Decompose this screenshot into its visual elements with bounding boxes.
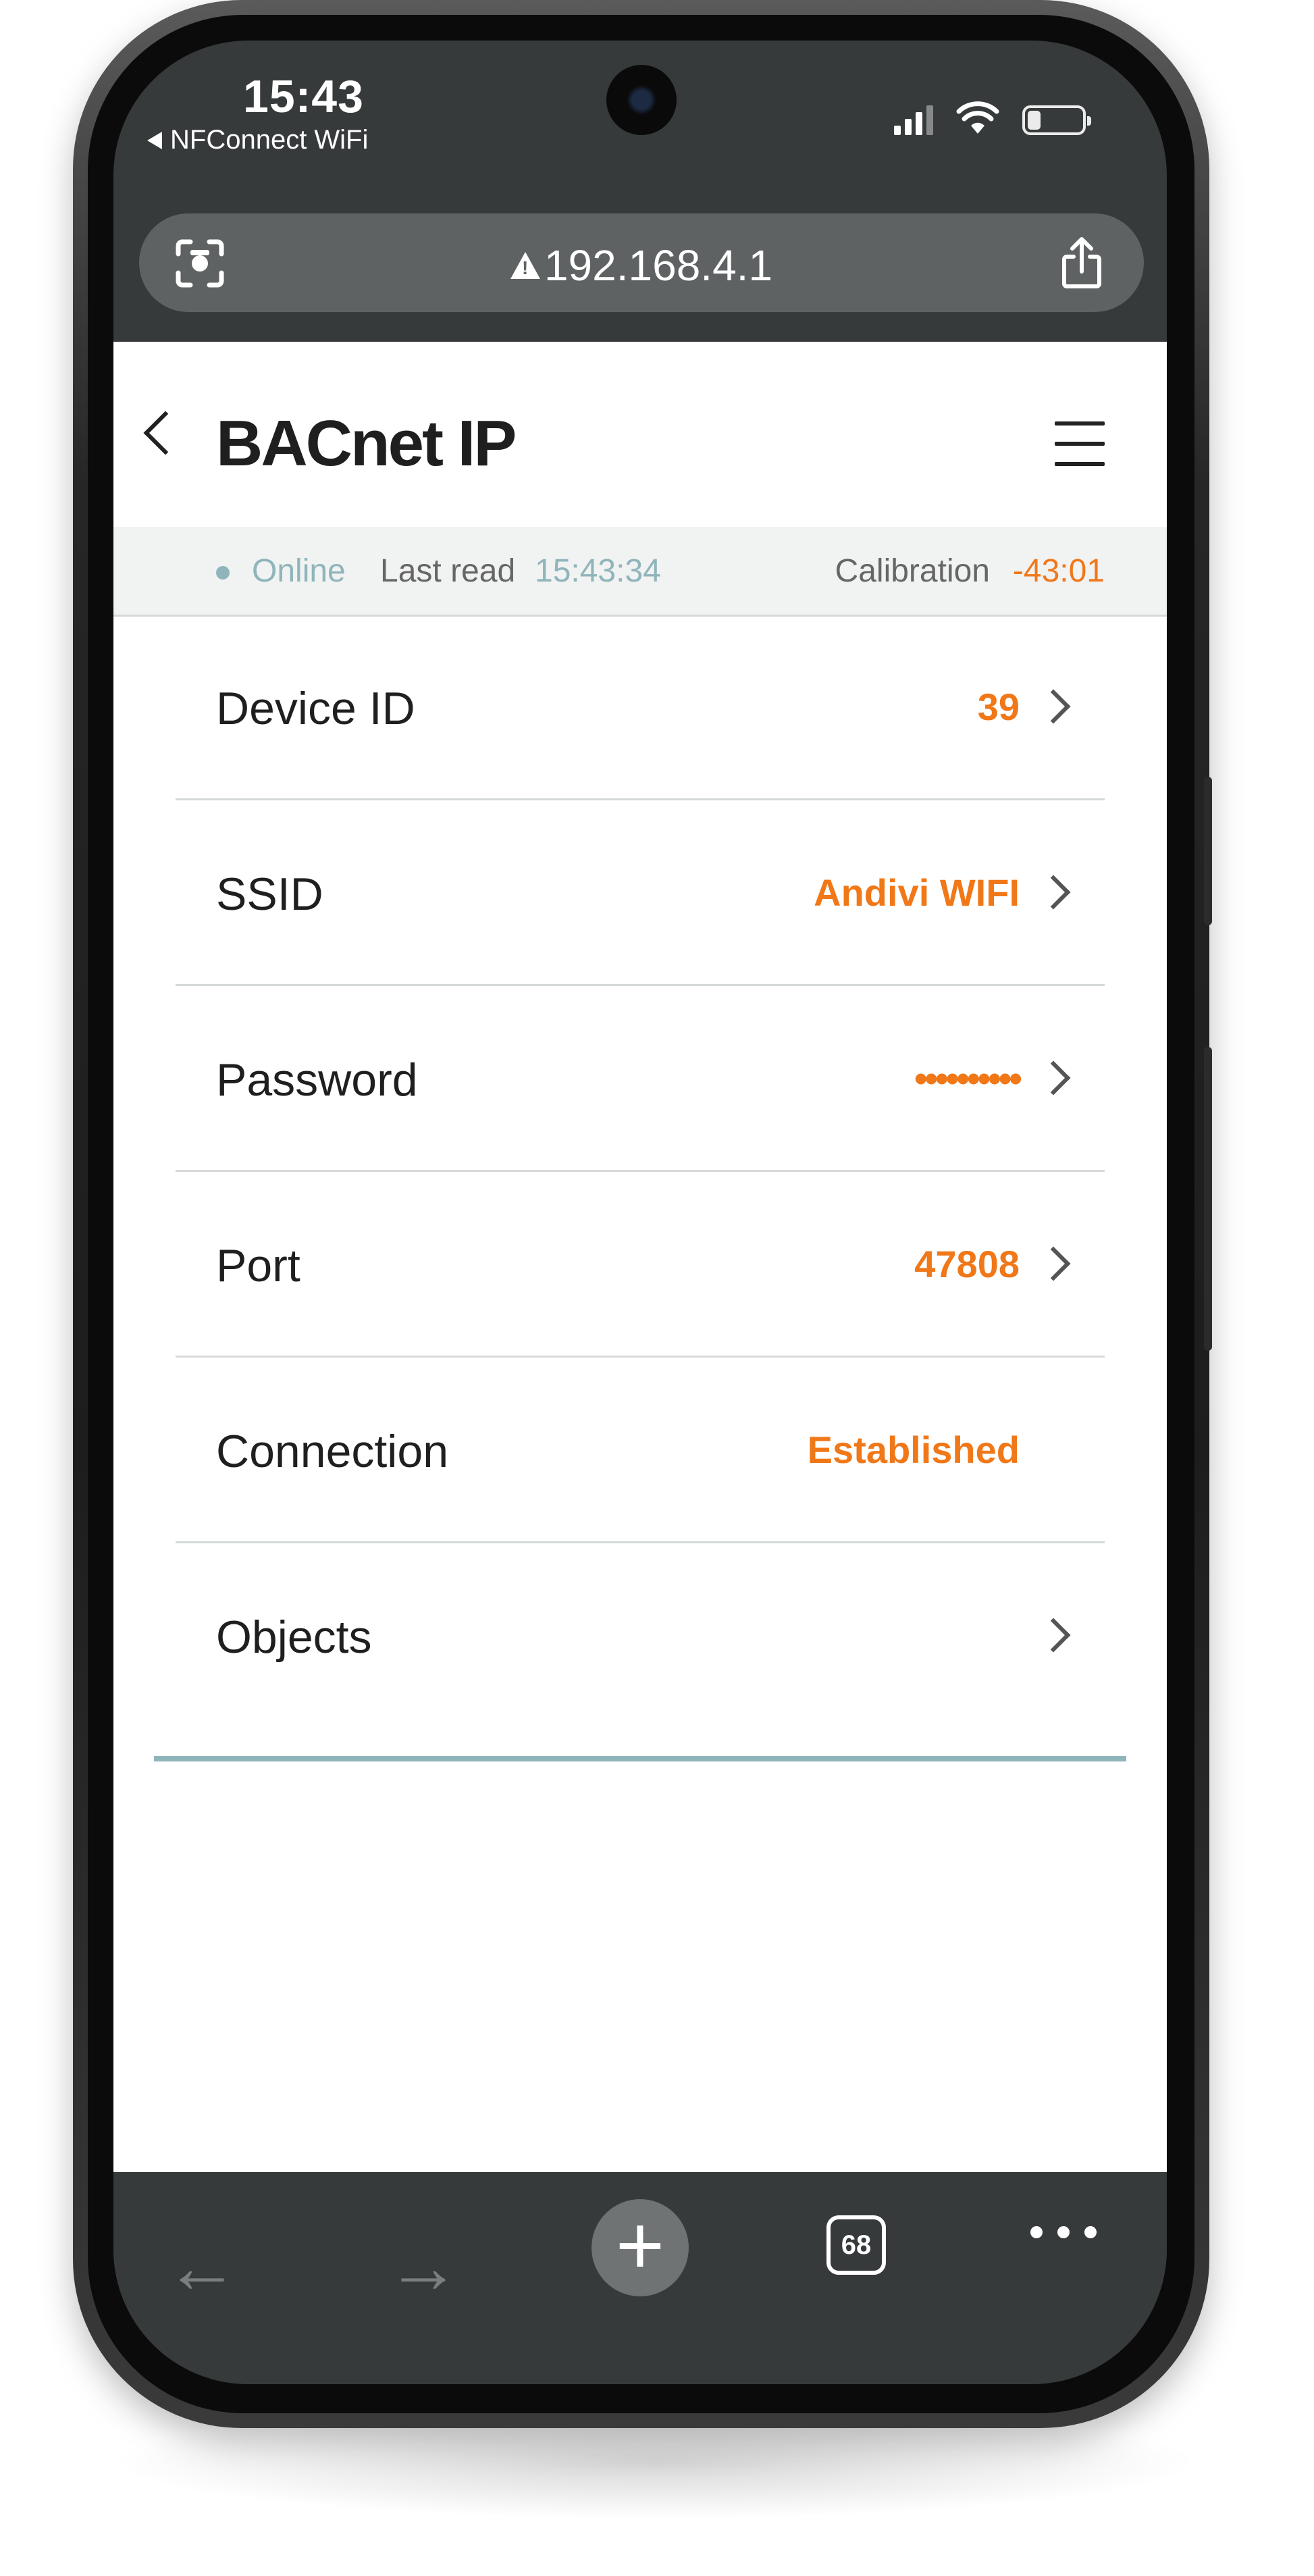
front-camera [606,65,677,135]
volume-button [1204,777,1212,925]
setting-value: Andivi WIFI [814,871,1020,914]
setting-row-objects[interactable]: Objects [176,1543,1105,1727]
back-arrow-icon[interactable]: ← [165,2230,239,2304]
status-time: 15:43 [243,71,364,122]
setting-label: Password [216,1054,418,1106]
back-chevron-icon[interactable] [143,411,188,455]
setting-label: Port [216,1240,300,1291]
chevron-right-icon [1036,875,1071,910]
list-end-divider [154,1756,1126,1761]
back-triangle-icon [147,131,162,149]
new-tab-button[interactable]: + [592,2199,689,2296]
more-options-icon[interactable] [1030,2226,1097,2238]
page-title: BACnet IP [216,407,517,480]
back-app-label: NFConnect WiFi [170,125,369,155]
address-bar[interactable]: 192.168.4.1 [139,213,1144,312]
not-secure-warning-icon [510,252,540,279]
setting-value: Established [807,1428,1020,1471]
calibration-value: -43:01 [1012,553,1105,589]
device-status-bar: Online Last read 15:43:34 Calibration -4… [113,527,1167,617]
url-text[interactable]: 192.168.4.1 [139,240,1144,290]
setting-label: Device ID [216,683,415,734]
hamburger-menu-icon[interactable] [1055,421,1105,466]
chevron-right-icon [1036,1618,1071,1653]
last-read-value: 15:43:34 [535,553,661,589]
setting-value: 47808 [914,1243,1020,1285]
setting-value: 39 [977,686,1020,728]
url-value: 192.168.4.1 [544,241,773,290]
wifi-icon [956,101,999,134]
setting-label: Objects [216,1612,372,1663]
page-header: BACnet IP [113,342,1167,527]
online-status: Online [252,553,346,589]
share-icon[interactable] [1055,236,1109,290]
setting-row-device-id[interactable]: Device ID 39 [176,615,1105,800]
phone-screen: 15:43 NFConnect WiFi 192.168.4.1 [113,41,1167,2384]
setting-label: Connection [216,1426,449,1477]
calibration-label: Calibration [835,553,990,589]
chevron-right-icon [1036,689,1071,724]
tab-switcher-button[interactable]: 68 [826,2215,886,2275]
battery-icon [1022,105,1091,135]
setting-row-password[interactable]: Password •••••••••• [176,986,1105,1172]
setting-row-connection: Connection Established [176,1358,1105,1543]
power-button [1204,1047,1212,1351]
forward-arrow-icon[interactable]: → [386,2230,461,2304]
web-content: BACnet IP Online Last read 15:43:34 Cali… [113,342,1167,2172]
online-dot-icon [216,566,230,579]
browser-toolbar: ← → + 68 [113,2172,1167,2384]
back-to-app-link[interactable]: NFConnect WiFi [147,125,368,155]
signal-icon [894,105,933,135]
chevron-right-icon [1036,1246,1071,1281]
settings-list: Device ID 39 SSID Andivi WIFI Password •… [176,615,1105,1727]
setting-row-port[interactable]: Port 47808 [176,1172,1105,1358]
status-icons [894,101,1091,135]
chevron-right-icon [1036,1060,1071,1096]
setting-row-ssid[interactable]: SSID Andivi WIFI [176,800,1105,986]
last-read-label: Last read [380,553,516,589]
setting-value: •••••••••• [914,1057,1022,1100]
setting-label: SSID [216,869,323,920]
